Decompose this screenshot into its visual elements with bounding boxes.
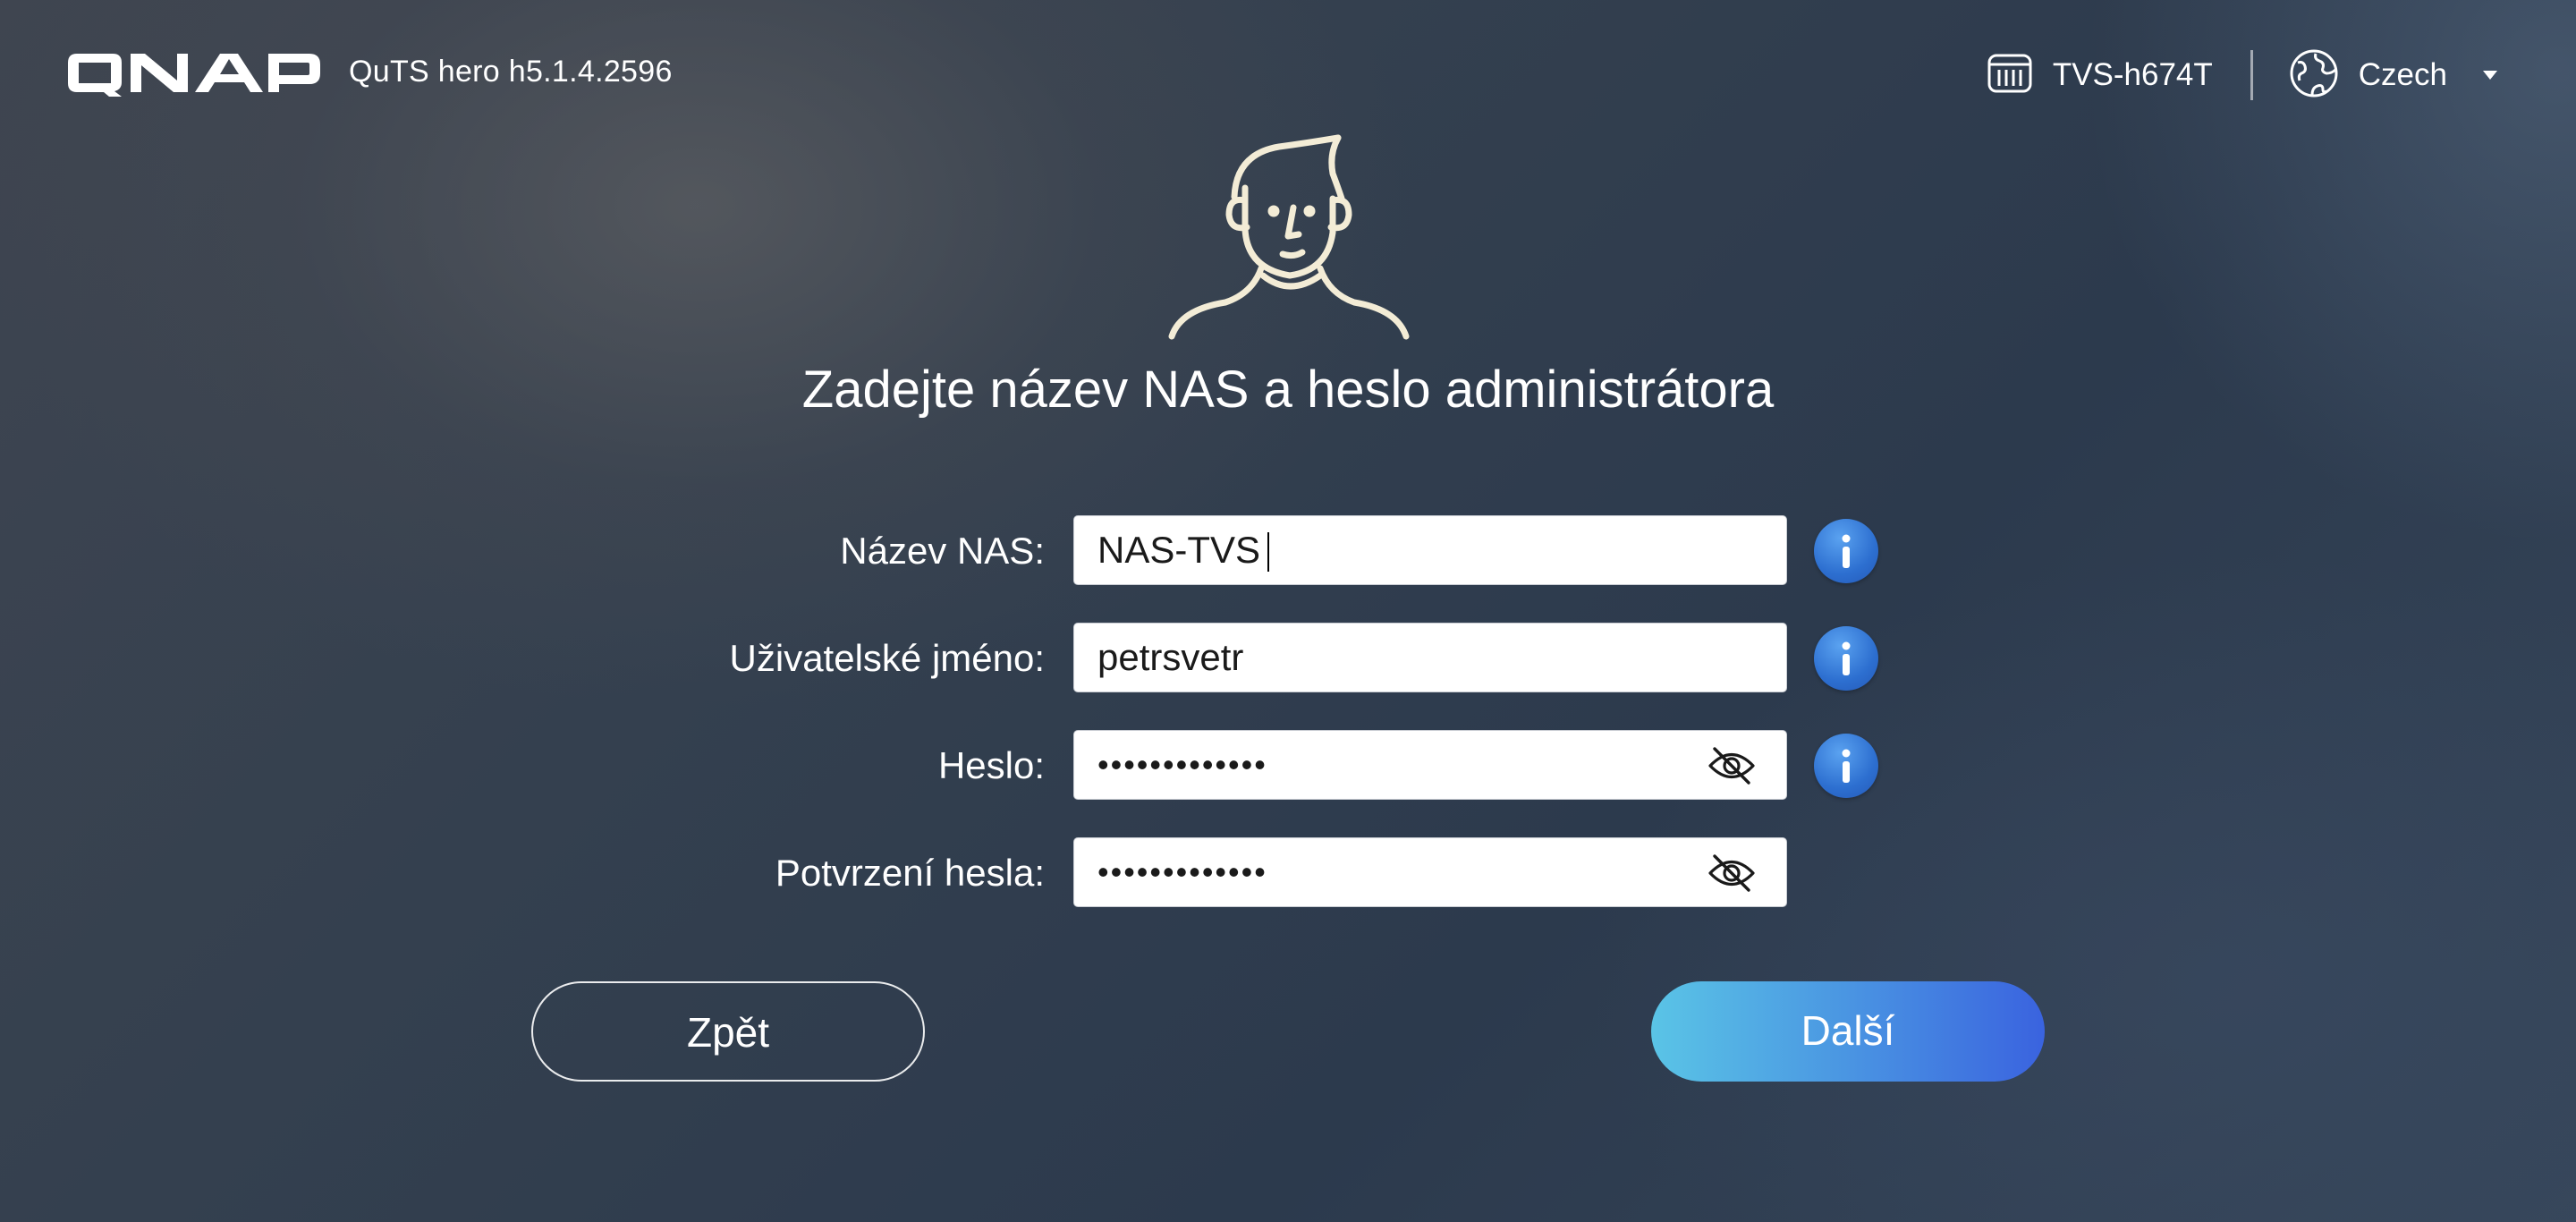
username-input[interactable] — [1074, 624, 1786, 692]
next-button[interactable]: Další — [1651, 981, 2045, 1082]
nas-name-label: Název NAS: — [840, 530, 1045, 572]
username-row: Uživatelské jméno: — [0, 623, 2576, 694]
password-row: Heslo: — [0, 730, 2576, 802]
info-icon[interactable] — [1814, 734, 1878, 798]
password-input[interactable] — [1074, 731, 1786, 799]
nas-name-input[interactable] — [1074, 516, 1786, 584]
header-divider — [2250, 50, 2253, 100]
eye-off-icon[interactable] — [1707, 745, 1756, 786]
password-field-wrapper — [1073, 730, 1787, 800]
language-selector[interactable]: Czech — [2289, 48, 2497, 103]
chevron-down-icon — [2483, 71, 2497, 80]
username-label: Uživatelské jméno: — [729, 637, 1045, 679]
confirm-password-row: Potvrzení hesla: — [0, 837, 2576, 909]
device-model[interactable]: TVS-h674T — [1987, 50, 2213, 101]
user-avatar-icon — [1163, 134, 1413, 340]
eye-off-icon[interactable] — [1707, 853, 1756, 894]
password-label: Heslo: — [937, 744, 1045, 786]
qnap-logo — [63, 50, 322, 98]
text-cursor — [1267, 532, 1269, 572]
nas-name-row: Název NAS: — [0, 515, 2576, 587]
back-button[interactable]: Zpět — [531, 981, 925, 1082]
header-right: TVS-h674T Czech — [1987, 48, 2497, 103]
confirm-password-input[interactable] — [1074, 838, 1786, 906]
language-label: Czech — [2358, 57, 2447, 92]
nas-device-icon — [1987, 50, 2033, 101]
globe-icon — [2289, 48, 2339, 103]
confirm-password-label: Potvrzení hesla: — [775, 852, 1045, 894]
info-icon[interactable] — [1814, 626, 1878, 691]
info-icon[interactable] — [1814, 519, 1878, 583]
firmware-version: QuTS hero h5.1.4.2596 — [349, 55, 673, 89]
device-model-label: TVS-h674T — [2052, 57, 2213, 92]
username-field-wrapper — [1073, 623, 1787, 692]
confirm-password-field-wrapper — [1073, 837, 1787, 907]
nas-name-field-wrapper — [1073, 515, 1787, 585]
page-title: Zadejte název NAS a heslo administrátora — [801, 361, 1775, 419]
